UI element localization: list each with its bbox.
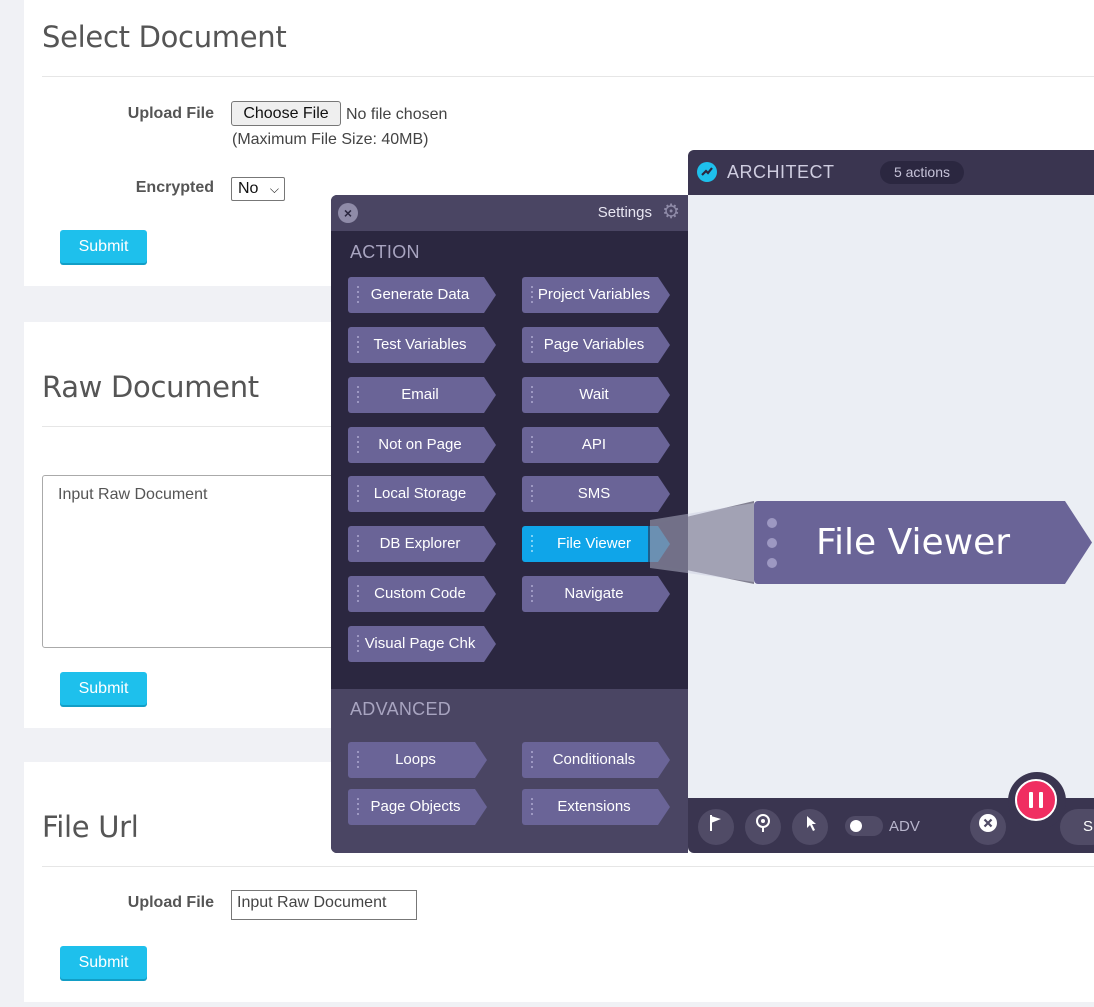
architect-logo-icon — [697, 162, 717, 182]
card-title: File Url — [42, 810, 139, 844]
actions-count-badge: 5 actions — [880, 161, 964, 184]
toggle-knob — [850, 820, 862, 832]
no-file-text: No file chosen — [346, 106, 448, 123]
settings-header: × Settings ⚙ — [331, 195, 688, 231]
pause-icon[interactable] — [1015, 779, 1057, 821]
action-local-storage[interactable]: Local Storage — [348, 476, 496, 512]
submit-button[interactable]: Submit — [60, 230, 147, 263]
card-title: Raw Document — [42, 370, 259, 404]
settings-popover: × Settings ⚙ ACTION Generate Data Projec… — [331, 195, 688, 853]
action-extensions[interactable]: Extensions — [522, 789, 670, 825]
upload-file-label: Upload File — [127, 894, 214, 911]
action-wait[interactable]: Wait — [522, 377, 670, 413]
action-test-variables[interactable]: Test Variables — [348, 327, 496, 363]
action-db-explorer[interactable]: DB Explorer — [348, 526, 496, 562]
save-button-partial[interactable]: S — [1060, 809, 1094, 845]
flag-icon[interactable] — [698, 809, 734, 845]
action-project-variables[interactable]: Project Variables — [522, 277, 670, 313]
action-not-on-page[interactable]: Not on Page — [348, 427, 496, 463]
architect-title: ARCHITECT — [727, 162, 835, 182]
settings-title: Settings — [597, 204, 652, 221]
divider — [42, 76, 1094, 77]
action-loops[interactable]: Loops — [348, 742, 487, 778]
eye-icon[interactable] — [745, 809, 781, 845]
divider — [42, 866, 1094, 867]
action-conditionals[interactable]: Conditionals — [522, 742, 670, 778]
action-sms[interactable]: SMS — [522, 476, 670, 512]
action-api[interactable]: API — [522, 427, 670, 463]
pointer-icon[interactable] — [792, 809, 828, 845]
submit-button[interactable]: Submit — [60, 672, 147, 705]
encrypted-label: Encrypted — [135, 179, 214, 196]
gear-icon[interactable]: ⚙ — [662, 201, 680, 223]
action-navigate[interactable]: Navigate — [522, 576, 670, 612]
callout-label: File Viewer — [815, 522, 1011, 563]
architect-header: ARCHITECT 5 actions — [688, 150, 1094, 195]
upload-file-label: Upload File — [127, 105, 214, 122]
close-icon[interactable]: × — [338, 203, 358, 223]
close-circle-icon[interactable] — [970, 809, 1006, 845]
submit-button[interactable]: Submit — [60, 946, 147, 979]
action-custom-code[interactable]: Custom Code — [348, 576, 496, 612]
action-visual-page-chk[interactable]: Visual Page Chk — [348, 626, 496, 662]
drag-dot — [767, 538, 777, 548]
advanced-section-label: ADVANCED — [350, 699, 452, 719]
pause-bar — [1029, 792, 1033, 808]
file-url-input[interactable]: Input Raw Document — [231, 890, 417, 920]
adv-toggle[interactable] — [845, 816, 883, 836]
action-generate-data[interactable]: Generate Data — [348, 277, 496, 313]
card-title: Select Document — [42, 20, 287, 54]
encrypted-select[interactable]: No ⌵ — [231, 177, 285, 201]
encrypted-value: No — [238, 180, 259, 197]
action-email[interactable]: Email — [348, 377, 496, 413]
chevron-down-icon: ⌵ — [269, 182, 279, 196]
pause-bar — [1039, 792, 1043, 808]
drag-dot — [767, 518, 777, 528]
action-page-objects[interactable]: Page Objects — [348, 789, 487, 825]
action-file-viewer[interactable]: File Viewer — [522, 526, 670, 562]
drag-dot — [767, 558, 777, 568]
choose-file-button[interactable]: Choose File — [231, 101, 341, 126]
file-viewer-callout: File Viewer — [754, 501, 1092, 584]
action-section-label: ACTION — [350, 242, 420, 262]
advanced-section: ADVANCED Loops Conditionals Page Objects… — [331, 689, 688, 853]
max-size-text: (Maximum File Size: 40MB) — [232, 131, 429, 148]
adv-toggle-label: ADV — [889, 818, 920, 835]
action-page-variables[interactable]: Page Variables — [522, 327, 670, 363]
